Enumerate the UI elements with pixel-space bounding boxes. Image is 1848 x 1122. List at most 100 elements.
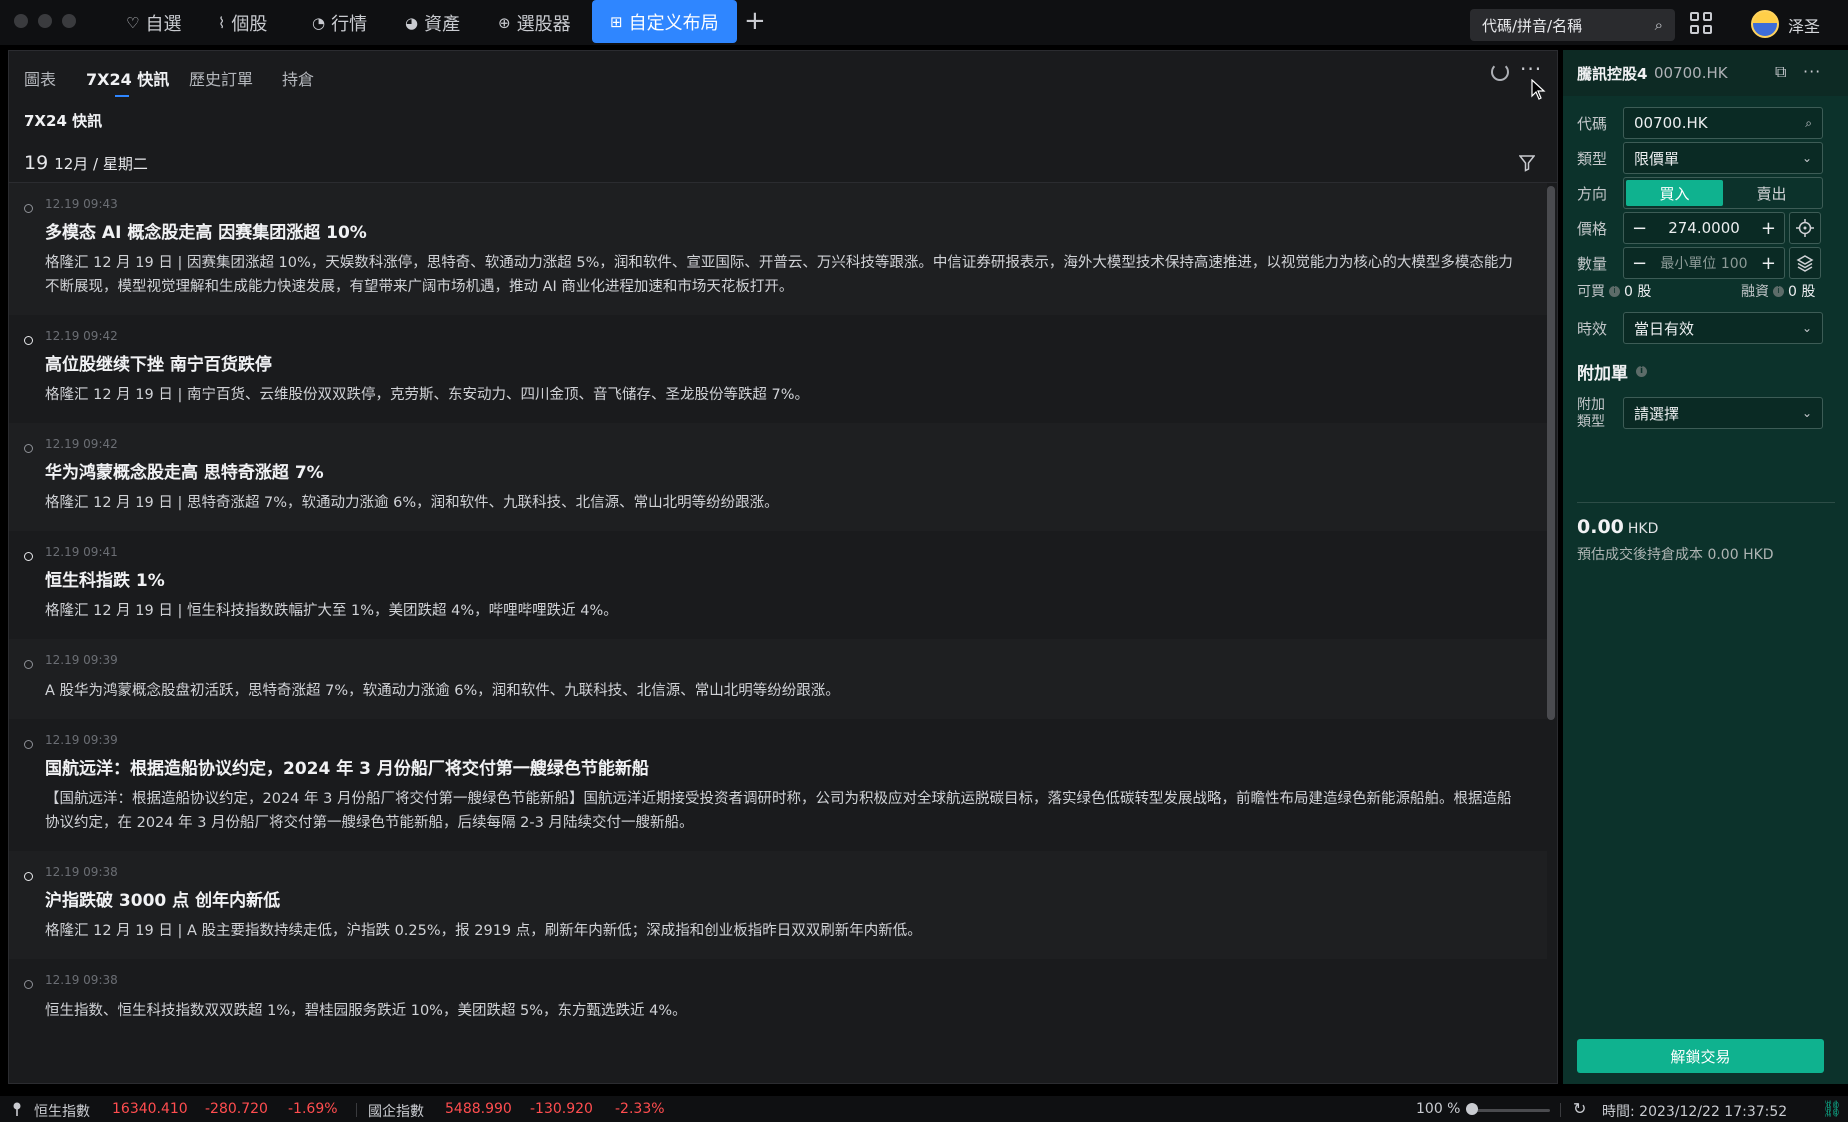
sell-button[interactable]: 賣出 <box>1723 180 1820 206</box>
refresh-icon[interactable] <box>1491 63 1509 81</box>
tab-positions[interactable]: 持倉 <box>282 66 314 90</box>
order-panel-header: 騰訊控股4 00700.HK ⧉ ··· <box>1563 50 1848 96</box>
index-pct-hscei: -2.33% <box>615 1101 665 1117</box>
nav-watchlist[interactable]: ♡ 自選 <box>126 0 181 45</box>
buy-button[interactable]: 買入 <box>1626 180 1723 206</box>
more-icon[interactable]: ··· <box>1803 62 1821 81</box>
news-scrollbar[interactable] <box>1547 186 1555 720</box>
qty-placeholder[interactable]: 最小單位 100 <box>1660 253 1747 273</box>
zoom-slider-handle[interactable] <box>1466 1103 1478 1115</box>
mouse-cursor-icon <box>1531 79 1546 100</box>
quantity-stepper[interactable]: − 最小單位 100 + <box>1623 247 1785 279</box>
news-item[interactable]: 12.19 09:43 多模态 AI 概念股走高 因赛集团涨超 10% 格隆汇 … <box>9 183 1547 315</box>
news-item[interactable]: 12.19 09:38 沪指跌破 3000 点 创年内新低 格隆汇 12 月 1… <box>9 851 1547 959</box>
news-headline[interactable]: 国航远洋：根据造船协议约定，2024 年 3 月份船厂将交付第一艘绿色节能新船 <box>45 757 1535 781</box>
news-item[interactable]: 12.19 09:42 高位股继续下挫 南宁百货跌停 格隆汇 12 月 19 日… <box>9 315 1547 423</box>
news-headline[interactable]: 多模态 AI 概念股走高 因赛集团涨超 10% <box>45 221 1535 245</box>
heart-icon: ♡ <box>126 13 140 32</box>
news-list: 12.19 09:43 多模态 AI 概念股走高 因赛集团涨超 10% 格隆汇 … <box>9 183 1547 1083</box>
refresh-icon[interactable]: ↻ <box>1573 1099 1586 1118</box>
locate-price-button[interactable] <box>1789 212 1821 244</box>
zoom-slider[interactable] <box>1470 1109 1550 1112</box>
timeline-dot <box>24 444 33 453</box>
news-panel: 圖表 7X24 快訊 歷史訂單 持倉 ··· 7X24 快訊 19 12月 / … <box>8 50 1558 1084</box>
order-panel: 騰訊控股4 00700.HK ⧉ ··· 代碼 00700.HK ⌕ 類型 限價… <box>1563 50 1848 1084</box>
layout-icon: ⊞ <box>610 12 623 31</box>
price-decrease-button[interactable]: − <box>1632 218 1647 239</box>
info-icon[interactable]: i <box>1609 285 1620 297</box>
search-input[interactable]: 代碼/拼音/名稱 ⌕ <box>1470 9 1675 41</box>
price-value[interactable]: 274.0000 <box>1668 219 1740 237</box>
addon-type-select[interactable]: 請選擇 ⌄ <box>1623 397 1823 429</box>
news-headline[interactable]: 华为鸿蒙概念股走高 思特奇涨超 7% <box>45 461 1535 485</box>
sub-tabs: 圖表 7X24 快訊 歷史訂單 持倉 ··· <box>9 51 1557 100</box>
qty-increase-button[interactable]: + <box>1761 253 1776 274</box>
tab-chart[interactable]: 圖表 <box>24 66 56 90</box>
index-name-hscei[interactable]: 國企指數 <box>368 1101 424 1121</box>
addon-type-label: 附加類型 <box>1577 397 1605 430</box>
price-increase-button[interactable]: + <box>1761 218 1776 239</box>
news-headline[interactable]: 恒生科指跌 1% <box>45 569 1535 593</box>
nav-assets[interactable]: ◕ 資產 <box>405 0 460 45</box>
search-placeholder: 代碼/拼音/名稱 <box>1482 16 1583 35</box>
addon-type-value: 請選擇 <box>1634 404 1680 423</box>
popout-icon[interactable]: ⧉ <box>1775 62 1786 82</box>
nav-custom-layout[interactable]: ⊞ 自定义布局 <box>592 0 737 43</box>
nav-label: 自定义布局 <box>628 12 719 34</box>
apps-grid-icon[interactable] <box>1690 12 1712 34</box>
news-item[interactable]: 12.19 09:38 恒生指数、恒生科技指数双双跌超 1%，碧桂园服务跌近 1… <box>9 959 1547 1039</box>
top-bar: ♡ 自選 ⌇ 個股 ◔ 行情 ◕ 資產 ⊕ 選股器 ⊞ 自定义布局 + 代碼/拼… <box>0 0 1848 45</box>
margin-value: 0 股 <box>1788 284 1816 300</box>
price-stepper[interactable]: − 274.0000 + <box>1623 212 1785 244</box>
pin-icon[interactable] <box>12 1102 22 1116</box>
unlock-trading-button[interactable]: 解鎖交易 <box>1577 1039 1824 1073</box>
info-icon[interactable]: i <box>1636 366 1647 377</box>
order-type-select[interactable]: 限價單 ⌄ <box>1623 142 1823 174</box>
info-icon[interactable]: i <box>1773 285 1784 297</box>
tab-order-history[interactable]: 歷史訂單 <box>189 66 253 90</box>
qty-decrease-button[interactable]: − <box>1632 253 1647 274</box>
news-item[interactable]: 12.19 09:39 国航远洋：根据造船协议约定，2024 年 3 月份船厂将… <box>9 719 1547 851</box>
code-label: 代碼 <box>1577 115 1608 133</box>
nav-stock[interactable]: ⌇ 個股 <box>218 0 267 45</box>
news-item[interactable]: 12.19 09:41 恒生科指跌 1% 格隆汇 12 月 19 日 | 恒生科… <box>9 531 1547 639</box>
nav-screener[interactable]: ⊕ 選股器 <box>498 0 571 45</box>
news-headline[interactable]: 沪指跌破 3000 点 创年内新低 <box>45 889 1535 913</box>
news-item[interactable]: 12.19 09:39 A 股华为鸿蒙概念股盘初活跃，思特奇涨超 7%，软通动力… <box>9 639 1547 719</box>
nav-market[interactable]: ◔ 行情 <box>312 0 367 45</box>
avatar[interactable] <box>1751 10 1779 38</box>
filter-icon[interactable] <box>1519 154 1535 172</box>
divider <box>356 1103 357 1117</box>
timeline-dot <box>24 872 33 881</box>
index-change-hsi: -280.720 <box>205 1101 268 1117</box>
index-name-hsi[interactable]: 恒生指數 <box>34 1101 90 1121</box>
validity-select[interactable]: 當日有效 ⌄ <box>1623 312 1823 344</box>
nav-label: 選股器 <box>516 13 571 35</box>
news-time: 12.19 09:39 <box>45 653 118 667</box>
news-body: 格隆汇 12 月 19 日 | 恒生科技指数跌幅扩大至 1%，美团跌超 4%，哔… <box>45 603 618 619</box>
date-weekday: 12月 / 星期二 <box>54 155 148 173</box>
connection-link-icon[interactable]: ⛓ <box>1822 1099 1842 1118</box>
more-icon[interactable]: ··· <box>1520 57 1542 81</box>
margin-info: 融資 i 0 股 <box>1741 281 1815 301</box>
date-header: 19 12月 / 星期二 <box>24 152 148 174</box>
news-headline[interactable]: 高位股继续下挫 南宁百货跌停 <box>45 353 1535 377</box>
window-close-button[interactable] <box>14 14 28 28</box>
tab-news-7x24[interactable]: 7X24 快訊 <box>86 66 169 90</box>
news-item[interactable]: 12.19 09:42 华为鸿蒙概念股走高 思特奇涨超 7% 格隆汇 12 月 … <box>9 423 1547 531</box>
pie-icon: ◕ <box>405 13 419 32</box>
username[interactable]: 泽圣 <box>1788 13 1820 37</box>
stock-name: 騰訊控股4 <box>1577 65 1648 83</box>
type-label: 類型 <box>1577 150 1608 168</box>
timeline-dot <box>24 336 33 345</box>
nav-label: 自選 <box>145 13 182 35</box>
add-layout-button[interactable]: + <box>744 6 766 36</box>
stock-code: 00700.HK <box>1654 64 1728 82</box>
qty-preset-button[interactable] <box>1789 247 1821 279</box>
nav-label: 行情 <box>331 13 368 35</box>
window-maximize-button[interactable] <box>62 14 76 28</box>
code-input[interactable]: 00700.HK ⌕ <box>1623 107 1823 139</box>
timeline-dot <box>24 660 33 669</box>
status-bar: 恒生指數 16340.410 -280.720 -1.69% 國企指數 5488… <box>0 1096 1848 1122</box>
window-minimize-button[interactable] <box>38 14 52 28</box>
